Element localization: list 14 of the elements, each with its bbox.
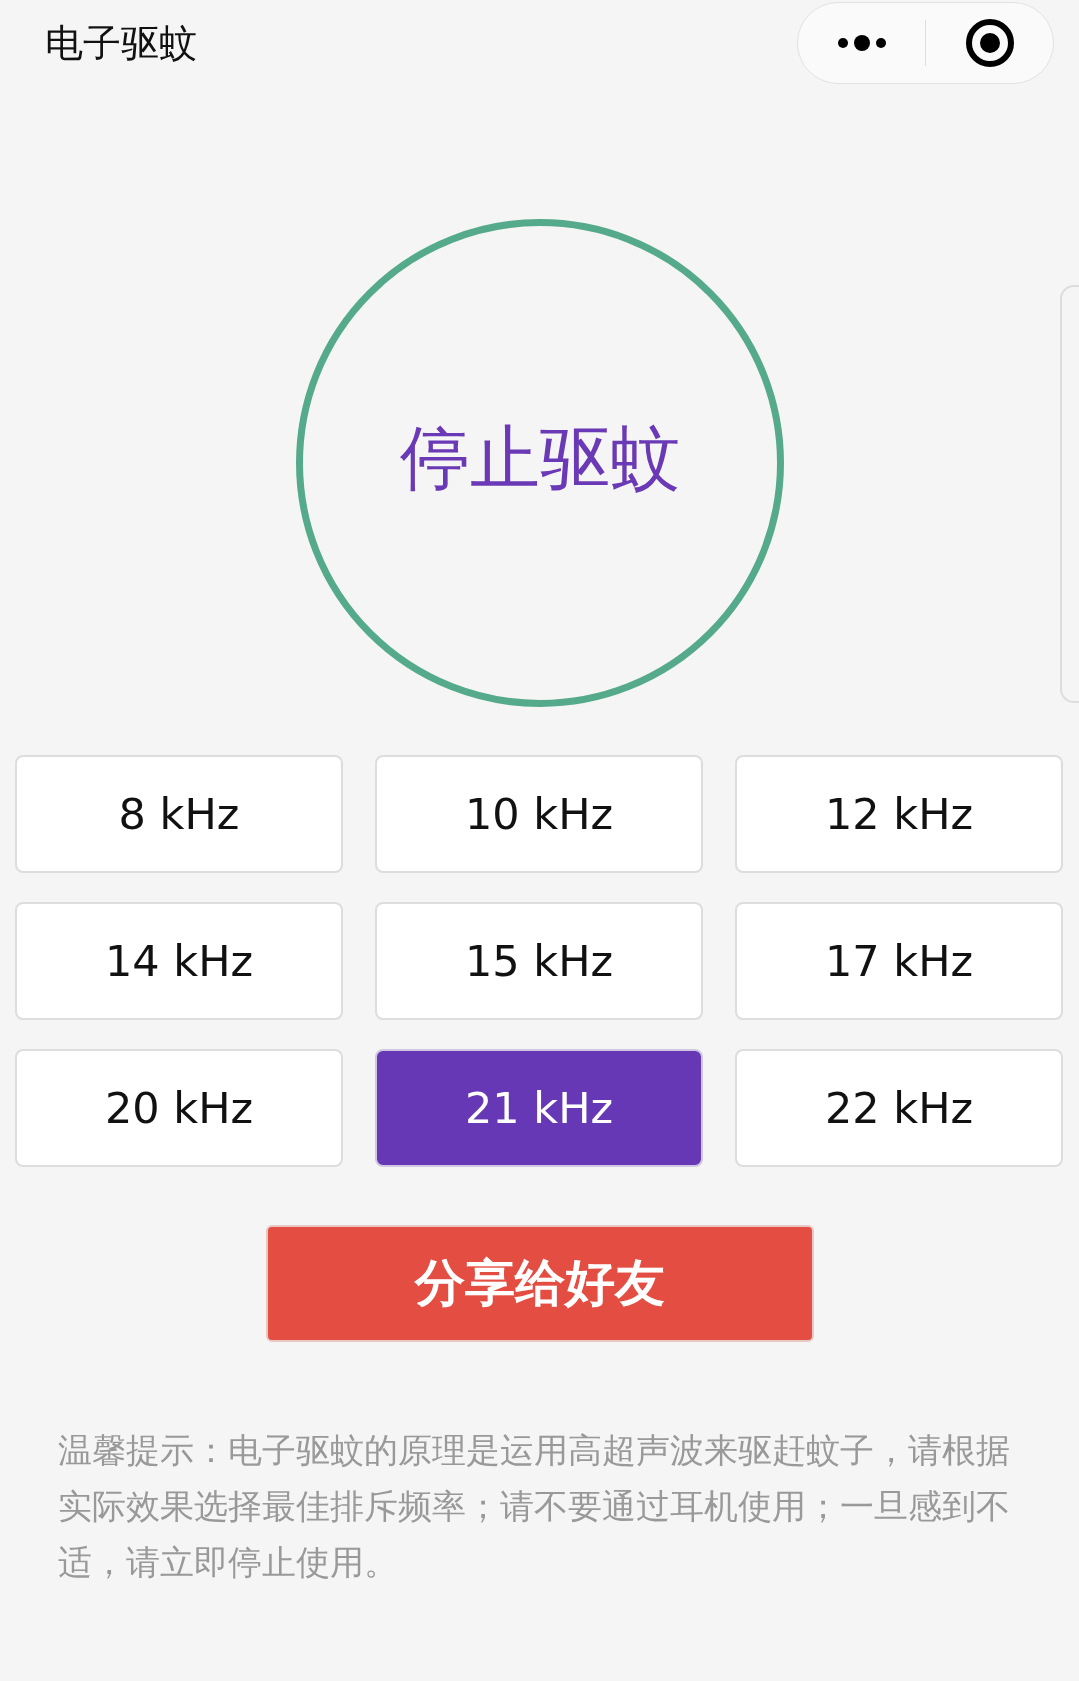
frequency-button[interactable]: 15 kHz <box>375 902 703 1020</box>
frequency-button[interactable]: 14 kHz <box>15 902 343 1020</box>
frequency-button[interactable]: 12 kHz <box>735 755 1063 873</box>
frequency-button[interactable]: 10 kHz <box>375 755 703 873</box>
frequency-button[interactable]: 8 kHz <box>15 755 343 873</box>
frequency-button[interactable]: 20 kHz <box>15 1049 343 1167</box>
share-button[interactable]: 分享给好友 <box>265 1225 814 1342</box>
tip-text: 温馨提示：电子驱蚊的原理是运用高超声波来驱赶蚊子，请根据实际效果选择最佳排斥频率；请不要通过耳机使用；一旦感到不适，请立即停止使用。 <box>58 1429 1011 1584</box>
page-title: 电子驱蚊 <box>45 19 197 67</box>
more-icon[interactable] <box>835 33 888 53</box>
frequency-button[interactable]: 21 kHz <box>375 1049 703 1167</box>
frequency-button[interactable]: 17 kHz <box>735 902 1063 1020</box>
frequency-button[interactable]: 22 kHz <box>735 1049 1063 1167</box>
stop-button[interactable]: 停止驱蚊 <box>295 219 784 707</box>
